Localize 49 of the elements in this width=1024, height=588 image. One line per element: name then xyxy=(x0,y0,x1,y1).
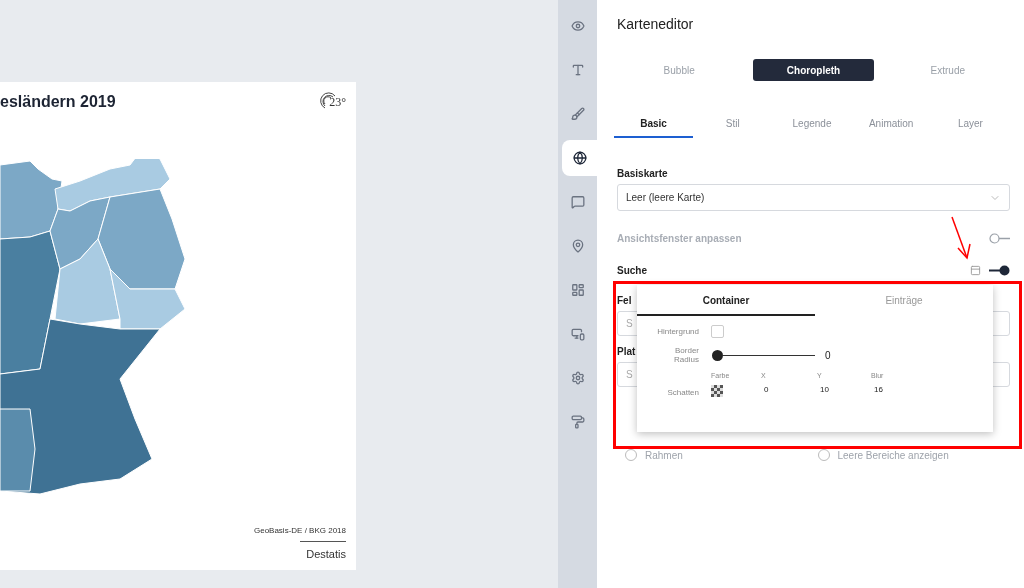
paint-roller-icon xyxy=(570,415,585,429)
credit-text: Destatis xyxy=(305,548,346,560)
field-label: Fel xyxy=(617,295,632,306)
basemap-select[interactable]: Leer (leere Karte) xyxy=(617,184,1010,211)
shadow-value: 10 xyxy=(819,385,830,396)
radio-button[interactable] xyxy=(817,449,830,461)
radio-label: Rahmen xyxy=(645,449,683,461)
mode-button[interactable]: Extrude xyxy=(887,59,1008,81)
panel-icon[interactable] xyxy=(970,265,981,276)
tab[interactable]: Basic xyxy=(614,108,694,138)
letter-icon xyxy=(570,63,585,77)
pin-icon xyxy=(570,239,585,253)
toggle-switch[interactable] xyxy=(989,265,1010,276)
globe-icon xyxy=(572,151,587,165)
slider-value: 0 xyxy=(825,349,831,361)
tab[interactable]: Legende xyxy=(772,108,852,138)
radio-button[interactable] xyxy=(625,449,637,461)
tab[interactable]: Animation xyxy=(851,108,931,138)
field-label: Basiskarte xyxy=(617,168,668,179)
slider-thumb[interactable] xyxy=(711,349,723,361)
eye-icon xyxy=(570,19,585,33)
panel-title: Karteneditor xyxy=(617,16,695,32)
shadow-value: 0 xyxy=(763,385,770,396)
tab[interactable]: Layer xyxy=(930,108,1010,138)
mode-button[interactable]: Bubble xyxy=(619,59,740,81)
layout-icon xyxy=(570,283,585,297)
schatten-label: Schatten xyxy=(666,388,699,397)
tab[interactable]: Stil xyxy=(693,108,773,138)
popup-tab[interactable]: Container xyxy=(637,285,815,316)
logo-text: 23° xyxy=(329,95,346,110)
checkbox[interactable] xyxy=(711,325,724,338)
hintergrund-label: Hintergrund xyxy=(656,327,699,336)
devices-icon xyxy=(570,327,585,341)
sidebar-tab[interactable] xyxy=(562,140,597,176)
map-title: esländern 2019 xyxy=(0,92,116,111)
field-label: Plat xyxy=(617,346,636,357)
annotation-arrow xyxy=(950,216,972,260)
radio-label: Leere Bereiche anzeigen xyxy=(837,449,949,461)
toggle-label: Ansichtsfenster anpassen xyxy=(617,233,742,244)
toggle-label: Suche xyxy=(617,265,647,276)
settings-icon xyxy=(570,371,585,385)
color-swatch[interactable] xyxy=(711,385,723,397)
source-note: GeoBasis-DE / BKG 2018 xyxy=(252,526,346,535)
speech-bubble-icon xyxy=(570,195,585,209)
shadow-value: 16 xyxy=(873,385,884,396)
popup-tab[interactable]: Einträge xyxy=(815,285,993,316)
brush-icon xyxy=(570,107,585,121)
border-radius-label: Border Radius xyxy=(673,346,699,364)
mode-button[interactable]: Choropleth xyxy=(753,59,874,81)
